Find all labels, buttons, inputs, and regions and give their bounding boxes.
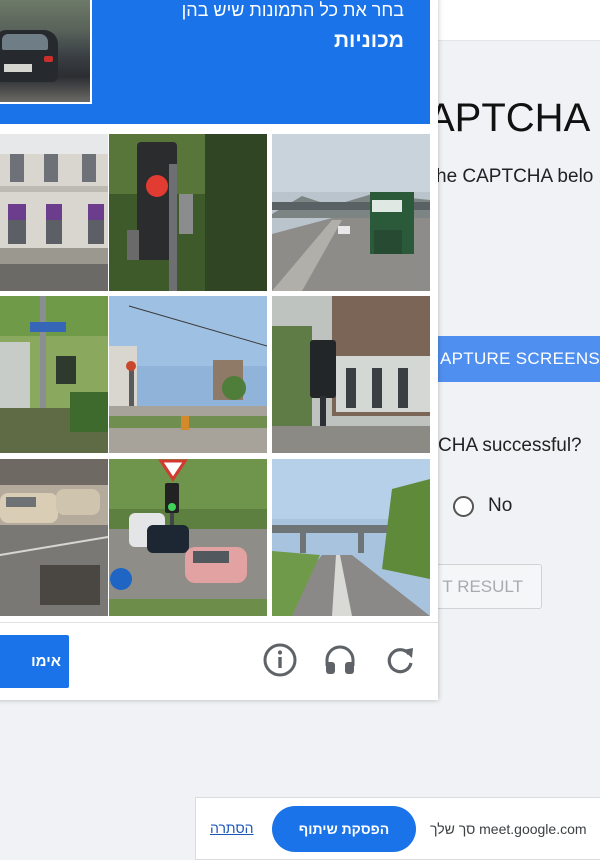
no-label: No — [488, 495, 513, 516]
captcha-tile-road-overpass[interactable] — [272, 459, 430, 616]
captcha-tile-truck-on-highway[interactable] — [272, 134, 430, 291]
captcha-tile-parked-cars[interactable] — [0, 459, 108, 616]
captcha-target-word: מכוניות — [333, 29, 404, 52]
success-question: CHA successful? — [438, 435, 582, 456]
captcha-tile-street-lamp-plaza[interactable] — [109, 296, 267, 453]
no-radio-option[interactable]: No — [453, 495, 512, 517]
page-title: APTCHA — [428, 96, 591, 140]
captcha-challenge: בחר את כל התמונות שיש בהן מכוניות אימו — [0, 0, 438, 700]
captcha-footer-divider — [0, 622, 438, 623]
no-radio-button[interactable] — [453, 495, 474, 517]
sharing-status-text: meet.google.com סך שלך — [430, 821, 587, 837]
sample-car-image — [0, 0, 92, 104]
captcha-tile-building-facade[interactable] — [0, 134, 108, 291]
captcha-instructions: בחר את כל התמונות שיש בהן מכוניות — [182, 0, 404, 56]
hide-link[interactable]: הסתרה — [210, 820, 254, 836]
verify-button[interactable]: אימו — [0, 635, 69, 688]
page-instruction: he CAPTCHA belo — [436, 166, 594, 187]
captcha-tile-street-sign-trees[interactable] — [0, 296, 108, 453]
captcha-header: בחר את כל התמונות שיש בהן מכוניות — [0, 0, 430, 124]
headphones-icon[interactable] — [322, 642, 358, 678]
stop-sharing-button[interactable]: הפסקת שיתוף — [272, 806, 416, 852]
reload-icon[interactable] — [382, 642, 418, 678]
captcha-tile-traffic-light-buildings[interactable] — [272, 296, 430, 453]
captcha-tile-street-cars-yield-sign[interactable] — [109, 459, 267, 616]
captcha-instruction-text: בחר את כל התמונות שיש בהן — [181, 0, 404, 20]
info-icon[interactable] — [262, 642, 298, 678]
capture-screenshot-button[interactable]: APTURE SCREENS — [420, 336, 600, 382]
screen-share-bar: הסתרה הפסקת שיתוף meet.google.com סך שלך — [195, 797, 600, 860]
captcha-tile-traffic-light-closeup[interactable] — [109, 134, 267, 291]
